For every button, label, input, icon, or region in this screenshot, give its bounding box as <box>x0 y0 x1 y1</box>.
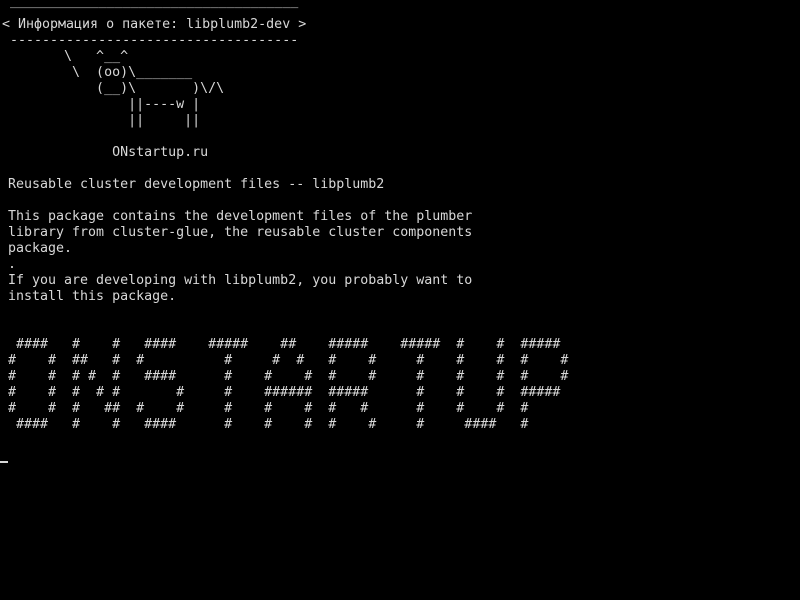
cowsay-top-border: ____________________________________ <box>2 0 299 9</box>
cowsay-bottom-border: ------------------------------------ <box>2 33 299 48</box>
description-line: This package contains the development fi… <box>8 209 473 224</box>
site-name: ONstartup.ru <box>8 145 209 160</box>
package-summary: Reusable cluster development files -- li… <box>8 177 385 192</box>
banner-ascii-line: # # ## # # # # # # # # # # # # <box>8 353 569 368</box>
description-line: package. <box>8 241 73 256</box>
description-line: library from cluster-glue, the reusable … <box>8 225 473 240</box>
banner-ascii-line: # # # # # # # ###### ##### # # # ##### <box>8 385 561 400</box>
banner-ascii-line: #### # # #### # # # # # # #### # <box>8 417 529 432</box>
banner-ascii-line: #### # # #### ##### ## ##### ##### # # #… <box>8 337 561 352</box>
terminal-screen: ____________________________________ < И… <box>0 0 800 600</box>
description-line: install this package. <box>8 289 177 304</box>
description-line: . <box>8 257 17 272</box>
cow-ascii-line: || || <box>8 113 201 128</box>
description-line: If you are developing with libplumb2, yo… <box>8 273 473 288</box>
terminal-cursor[interactable] <box>0 461 8 463</box>
cow-ascii-line: \ (oo)\_______ <box>8 65 193 80</box>
banner-ascii-line: # # # # # #### # # # # # # # # # # <box>8 369 569 384</box>
cow-ascii-line: \ ^__^ <box>8 49 129 64</box>
cow-ascii-line: (__)\ )\/\ <box>8 81 225 96</box>
cowsay-title: < Информация о пакете: libplumb2-dev > <box>2 17 307 32</box>
banner-ascii-line: # # # ## # # # # # # # # # # # <box>8 401 529 416</box>
cow-ascii-line: ||----w | <box>8 97 201 112</box>
